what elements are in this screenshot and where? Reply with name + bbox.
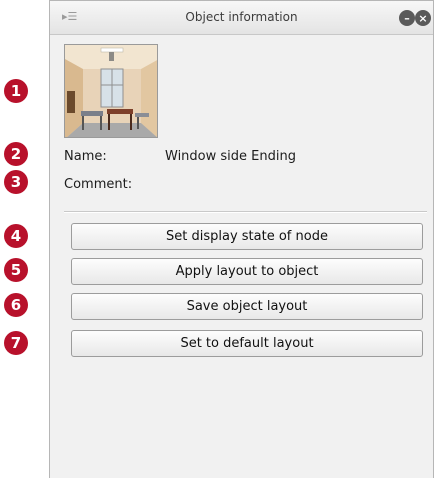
callout-marker: 5 bbox=[4, 258, 28, 282]
panel-title: Object information bbox=[185, 10, 298, 24]
set-display-state-button[interactable]: Set display state of node bbox=[71, 223, 423, 250]
panel-titlebar[interactable]: ▸☰ Object information – × bbox=[50, 1, 433, 35]
callout-marker: 2 bbox=[4, 142, 28, 166]
close-icon[interactable]: × bbox=[415, 10, 431, 26]
classroom-scene-image bbox=[65, 45, 157, 137]
comment-label: Comment: bbox=[64, 177, 133, 192]
name-label: Name: bbox=[64, 149, 107, 164]
object-thumbnail bbox=[64, 44, 158, 138]
name-value: Window side Ending bbox=[165, 149, 296, 164]
callout-marker: 7 bbox=[4, 331, 28, 355]
object-information-panel: ▸☰ Object information – × Name: Window s… bbox=[49, 0, 434, 478]
set-default-layout-button[interactable]: Set to default layout bbox=[71, 330, 423, 357]
minimize-icon[interactable]: – bbox=[399, 10, 415, 26]
callout-marker: 1 bbox=[4, 79, 28, 103]
callout-marker: 6 bbox=[4, 293, 28, 317]
apply-layout-button[interactable]: Apply layout to object bbox=[71, 258, 423, 285]
callout-markers: 1 2 3 4 5 6 7 bbox=[0, 0, 48, 478]
callout-marker: 3 bbox=[4, 170, 28, 194]
section-divider bbox=[64, 211, 427, 213]
save-layout-button[interactable]: Save object layout bbox=[71, 293, 423, 320]
callout-marker: 4 bbox=[4, 224, 28, 248]
